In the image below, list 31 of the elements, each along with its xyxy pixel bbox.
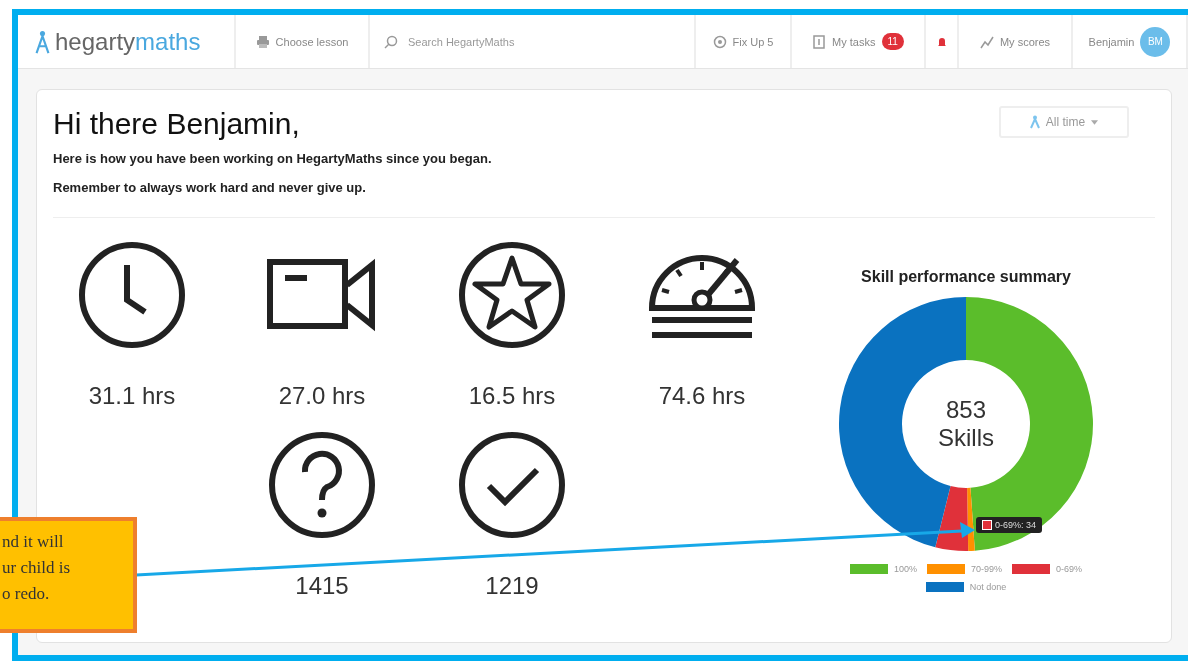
- compass-icon: [1029, 115, 1040, 129]
- annotation-callout: nd it will ur child is o redo.: [0, 517, 137, 633]
- stat-value: 27.0 hrs: [278, 382, 366, 410]
- line-chart-icon: [979, 34, 994, 49]
- bell-icon: [936, 35, 947, 48]
- clock-icon: [77, 240, 187, 350]
- time-filter-dropdown[interactable]: All time: [999, 106, 1129, 138]
- chart-title: Skill performance summary: [861, 268, 1071, 286]
- gear-icon: [712, 34, 727, 49]
- question-icon: [267, 430, 377, 540]
- caret-icon: [1091, 119, 1099, 125]
- clipboard-icon: [812, 34, 827, 49]
- avatar: BM: [1140, 26, 1171, 57]
- stat-value: 1219: [485, 572, 539, 600]
- greeting-title: Hi there Benjamin,: [53, 107, 301, 141]
- chart-tooltip: 0-69%: 34: [976, 517, 1043, 533]
- task-count-badge: 11: [881, 33, 904, 50]
- search-icon: [384, 34, 398, 49]
- greeting-text: Remember to always work hard and never give up.: [53, 180, 367, 195]
- printer-icon: [255, 34, 270, 49]
- check-icon: [457, 430, 567, 540]
- skill-unit: Skills: [938, 424, 994, 452]
- greeting-text: Here is how you have been working on HegartyMaths since you began.: [53, 151, 492, 166]
- stat-value: 1415: [295, 572, 349, 600]
- stat-value: 74.6 hrs: [658, 382, 746, 410]
- stat-value: 16.5 hrs: [468, 382, 556, 410]
- compass-icon: [34, 28, 51, 55]
- legend-item[interactable]: Not done: [925, 582, 1007, 592]
- skill-total: 853: [945, 396, 986, 424]
- stat-value: 31.1 hrs: [88, 382, 176, 410]
- search-field[interactable]: Search HegartyMaths: [406, 34, 610, 49]
